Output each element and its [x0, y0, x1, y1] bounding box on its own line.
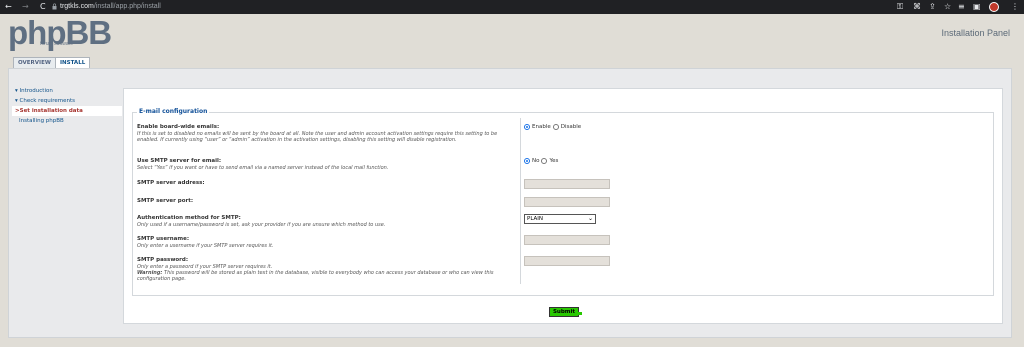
smtp-no-radio[interactable]: [524, 158, 530, 164]
fieldset-legend: E-mail configuration: [137, 108, 210, 116]
smtp-port-row: SMTP server port:: [137, 198, 517, 205]
url-host: trgtkls.com: [60, 3, 94, 10]
back-icon[interactable]: ←: [5, 2, 12, 12]
tab-overview[interactable]: OVERVIEW: [13, 57, 56, 68]
logo-tagline: forum software: [40, 41, 74, 47]
panel-title: Installation Panel: [941, 28, 1010, 38]
sidebar-item-introduction[interactable]: ▾ Introduction: [12, 86, 122, 96]
smtp-pass-row: SMTP password: Only enter a password if …: [137, 257, 517, 282]
board-emails-enable-label[interactable]: Enable: [532, 123, 551, 131]
board-emails-label: Enable board-wide emails:: [137, 124, 220, 130]
smtp-label: Use SMTP server for email:: [137, 158, 222, 164]
smtp-host-label: SMTP server address:: [137, 180, 205, 186]
url-path: /install/app.php/install: [93, 3, 161, 10]
smtp-pass-warning: Warning: This password will be stored as…: [137, 270, 517, 282]
sidebar-item-label: Set installation data: [19, 108, 83, 114]
smtp-auth-row: Authentication method for SMTP: Only use…: [137, 215, 517, 228]
sidebar-item-label: Check requirements: [19, 98, 75, 104]
sidebar-icon[interactable]: ▣: [973, 2, 981, 12]
tab-install[interactable]: INSTALL: [55, 57, 91, 68]
submit-highlight: [577, 312, 582, 315]
smtp-no-label[interactable]: No: [532, 157, 539, 165]
smtp-options: No Yes: [524, 157, 558, 165]
smtp-explain: Select “Yes” if you want or have to send…: [137, 165, 389, 171]
address-bar[interactable]: trgtkls.com/install/app.php/install: [60, 2, 161, 12]
smtp-port-label: SMTP server port:: [137, 198, 194, 204]
sidebar-item-installing-phpbb[interactable]: Installing phpBB: [12, 116, 122, 126]
star-icon[interactable]: ☆: [944, 2, 951, 12]
smtp-host-input[interactable]: [524, 179, 610, 189]
smtp-auth-select[interactable]: PLAIN ⌄: [524, 214, 596, 224]
smtp-yes-label[interactable]: Yes: [549, 157, 558, 165]
warning-text: This password will be stored as plain te…: [137, 270, 494, 282]
smtp-auth-explain: Only used if a username/password is set,…: [137, 222, 386, 228]
smtp-port-input[interactable]: [524, 197, 610, 207]
smtp-user-explain: Only enter a username if your SMTP serve…: [137, 243, 274, 249]
sidebar-item-set-installation-data[interactable]: >Set installation data: [12, 106, 122, 116]
smtp-password-input[interactable]: [524, 256, 610, 266]
smtp-user-row: SMTP username: Only enter a username if …: [137, 236, 517, 249]
smtp-yes-radio[interactable]: [541, 158, 548, 164]
reading-list-icon[interactable]: ≡: [958, 2, 965, 12]
sidebar-item-check-requirements[interactable]: ▾ Check requirements: [12, 96, 122, 106]
smtp-auth-value: PLAIN: [527, 216, 544, 222]
board-emails-options: Enable Disable: [524, 123, 581, 131]
submit-button[interactable]: Submit: [549, 307, 579, 317]
board-emails-row: Enable board-wide emails: If this is set…: [137, 124, 517, 143]
smtp-auth-label: Authentication method for SMTP:: [137, 215, 241, 221]
forward-icon[interactable]: →: [22, 2, 29, 12]
sidebar-item-label: Introduction: [19, 88, 53, 94]
translate-icon[interactable]: ⌘: [913, 2, 921, 12]
profile-avatar[interactable]: [989, 2, 999, 12]
key-icon[interactable]: ⚿: [897, 2, 903, 12]
smtp-user-label: SMTP username:: [137, 236, 190, 242]
board-emails-disable-radio[interactable]: [552, 124, 559, 130]
smtp-username-input[interactable]: [524, 235, 610, 245]
smtp-row: Use SMTP server for email: Select “Yes” …: [137, 158, 517, 171]
reload-icon[interactable]: C: [40, 2, 46, 12]
sidebar: ▾ Introduction ▾ Check requirements >Set…: [12, 86, 122, 126]
chevron-down-icon: ⌄: [587, 215, 593, 222]
share-icon[interactable]: ⇪: [929, 2, 936, 12]
lock-icon: [52, 3, 57, 10]
smtp-pass-label: SMTP password:: [137, 257, 189, 263]
board-emails-enable-radio[interactable]: [524, 124, 530, 130]
board-emails-disable-label[interactable]: Disable: [561, 123, 581, 131]
browser-toolbar: ← → C trgtkls.com/install/app.php/instal…: [0, 0, 1024, 14]
sidebar-item-label: Installing phpBB: [19, 118, 64, 124]
board-emails-explain: If this is set to disabled no emails wil…: [137, 131, 498, 143]
column-divider: [520, 118, 521, 284]
menu-icon[interactable]: ⋮: [1011, 2, 1019, 12]
smtp-host-row: SMTP server address:: [137, 180, 517, 187]
